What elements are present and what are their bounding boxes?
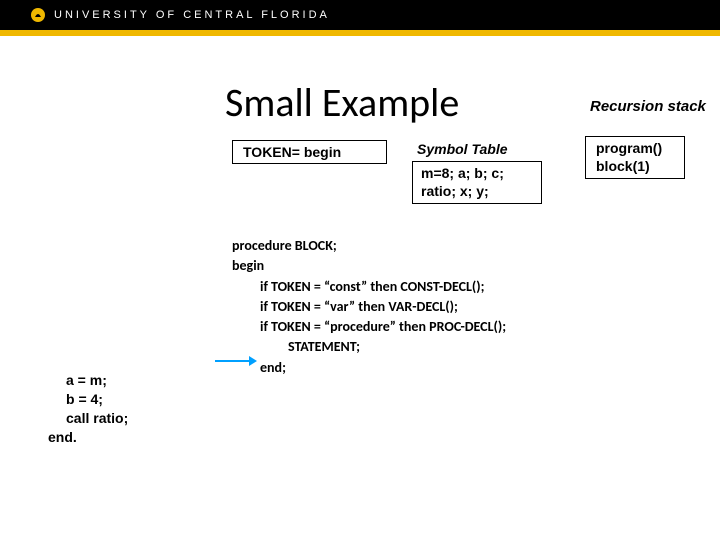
header-bar: UNIVERSITY OF CENTRAL FLORIDA [0, 0, 720, 30]
symbol-table-label: Symbol Table [417, 141, 508, 157]
code-line: end; [232, 358, 506, 378]
code-line: if TOKEN = “var” then VAR-DECL(); [232, 297, 506, 317]
stack-line-2: block(1) [596, 158, 674, 176]
slide-content: Small Example Recursion stack TOKEN= beg… [0, 36, 720, 540]
university-name: UNIVERSITY OF CENTRAL FLORIDA [54, 9, 330, 21]
token-box: TOKEN= begin [232, 140, 387, 164]
code-line: call ratio; [48, 409, 128, 428]
pegasus-logo-icon [30, 7, 46, 23]
code-line: STATEMENT; [232, 337, 506, 357]
code-line: end. [48, 428, 128, 447]
symbol-line-1: m=8; a; b; c; [421, 165, 533, 183]
code-line: procedure BLOCK; [232, 236, 506, 256]
procedure-block-code: procedure BLOCK; begin if TOKEN = “const… [232, 236, 506, 378]
symbol-table-box: m=8; a; b; c; ratio; x; y; [412, 161, 542, 204]
recursion-stack-box: program() block(1) [585, 136, 685, 179]
slide-title: Small Example [225, 78, 459, 127]
recursion-stack-label: Recursion stack [590, 98, 706, 115]
code-line: b = 4; [48, 390, 128, 409]
code-line: a = m; [48, 371, 128, 390]
code-line: begin [232, 256, 506, 276]
code-line: if TOKEN = “const” then CONST-DECL(); [232, 277, 506, 297]
symbol-line-2: ratio; x; y; [421, 183, 533, 201]
code-line: if TOKEN = “procedure” then PROC-DECL(); [232, 317, 506, 337]
arrow-icon [215, 356, 257, 366]
stack-line-1: program() [596, 140, 674, 158]
sample-program-code: a = m; b = 4; call ratio; end. [48, 371, 128, 447]
